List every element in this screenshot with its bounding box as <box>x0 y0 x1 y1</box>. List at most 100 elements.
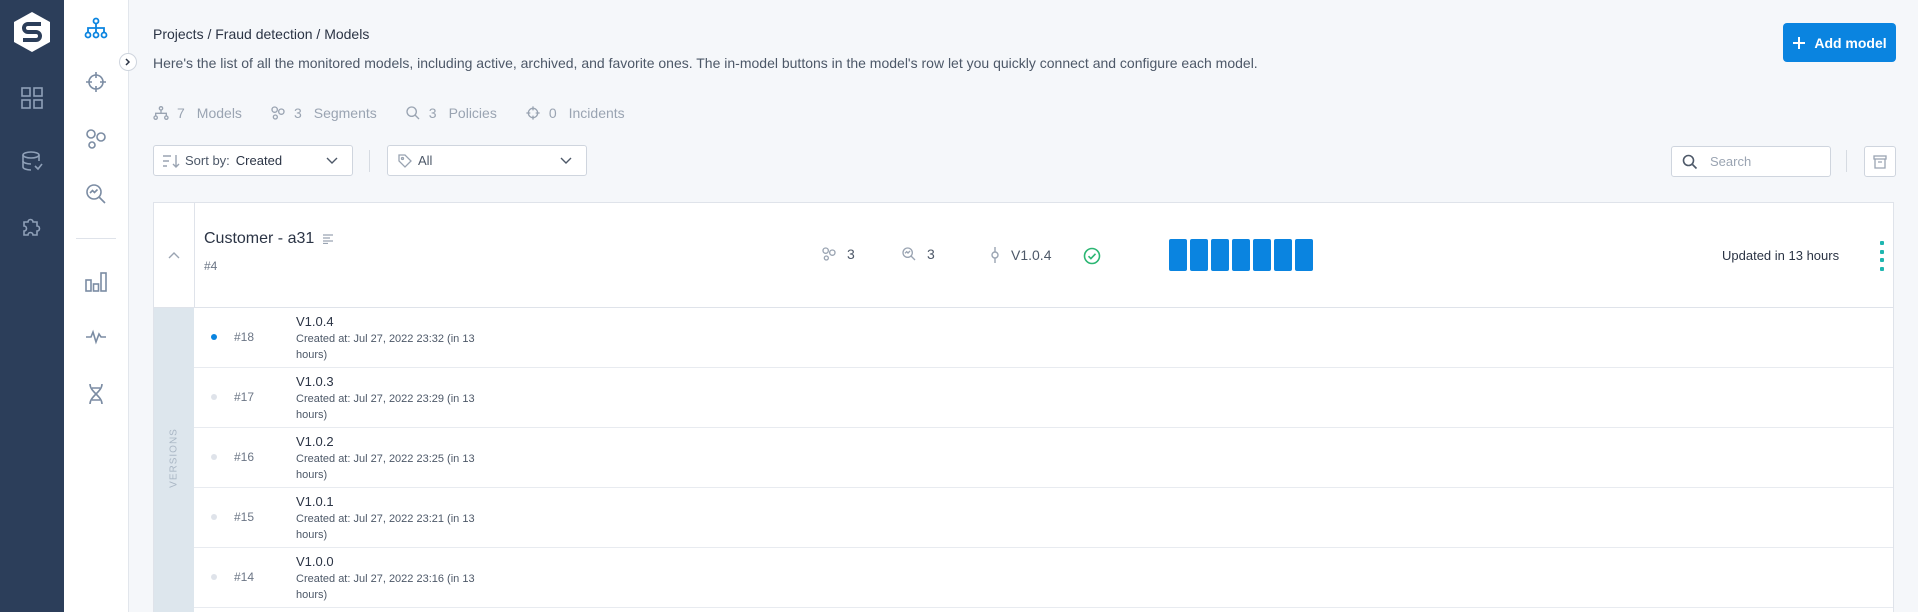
stat-segments-count: 3 <box>293 105 302 121</box>
add-model-button[interactable]: Add model <box>1783 23 1896 62</box>
app-rail <box>0 0 64 612</box>
integrations-puzzle-icon[interactable] <box>20 214 44 238</box>
version-status-dot <box>211 514 217 520</box>
version-row[interactable]: #15 V1.0.1 Created at: Jul 27, 2022 23:2… <box>194 488 1893 548</box>
version-status-dot <box>211 574 217 580</box>
models-hierarchy-icon[interactable] <box>84 16 108 40</box>
version-created: Created at: Jul 27, 2022 23:32 (in 13 ho… <box>296 333 475 361</box>
stat-models[interactable]: 7 Models <box>153 105 242 121</box>
version-created: Created at: Jul 27, 2022 23:25 (in 13 ho… <box>296 453 475 481</box>
app-logo[interactable] <box>12 10 52 54</box>
crosshair-icon[interactable] <box>84 70 108 94</box>
model-id: #4 <box>204 259 218 273</box>
sidebar-collapse-toggle[interactable] <box>119 53 137 71</box>
version-status-dot <box>211 454 217 460</box>
policies-icon <box>902 247 916 261</box>
policies-icon <box>406 106 420 120</box>
search-icon <box>1682 154 1698 169</box>
activity-bar[interactable] <box>1190 239 1208 271</box>
sort-prefix: Sort by: <box>185 153 230 168</box>
version-created: Created at: Jul 27, 2022 23:21 (in 13 ho… <box>296 513 475 541</box>
plus-icon <box>1793 36 1806 49</box>
version-name[interactable]: V1.0.2 <box>296 434 334 449</box>
secondary-sidebar <box>64 0 129 612</box>
stat-incidents-count: 0 <box>548 105 557 121</box>
version-row[interactable]: #16 V1.0.2 Created at: Jul 27, 2022 23:2… <box>194 428 1893 488</box>
dna-icon[interactable] <box>84 382 108 406</box>
model-status-ok-icon <box>1083 247 1101 270</box>
search-box[interactable] <box>1671 146 1831 177</box>
filter-value: All <box>418 153 433 168</box>
stat-incidents[interactable]: 0 Incidents <box>525 105 625 121</box>
sort-dropdown[interactable]: Sort by: Created <box>153 145 353 176</box>
description-lines-icon[interactable] <box>322 234 334 244</box>
model-policies-value: 3 <box>927 246 935 262</box>
version-created: Created at: Jul 27, 2022 23:29 (in 13 ho… <box>296 393 475 421</box>
stat-models-count: 7 <box>177 105 185 121</box>
stat-policies-count: 3 <box>428 105 437 121</box>
model-segments-value: 3 <box>847 246 855 262</box>
archive-icon <box>1873 154 1887 169</box>
stat-policies[interactable]: 3 Policies <box>405 105 497 121</box>
stat-policies-label: Policies <box>448 105 497 121</box>
version-row[interactable]: #14 V1.0.0 Created at: Jul 27, 2022 23:1… <box>194 548 1893 608</box>
version-name[interactable]: V1.0.3 <box>296 374 334 389</box>
archive-button[interactable] <box>1864 146 1896 177</box>
models-icon <box>153 106 169 120</box>
activity-bar[interactable] <box>1169 239 1187 271</box>
version-status-dot <box>211 394 217 400</box>
activity-bar[interactable] <box>1274 239 1292 271</box>
version-name[interactable]: V1.0.4 <box>296 314 334 329</box>
chevron-down-icon <box>326 157 338 164</box>
activity-bar[interactable] <box>1295 239 1313 271</box>
stat-segments[interactable]: 3 Segments <box>270 105 377 121</box>
model-row[interactable]: Customer - a31 #4 3 3 V1.0.4 Updated in … <box>153 202 1894 308</box>
version-id: #18 <box>234 330 255 344</box>
policies-search-icon[interactable] <box>84 182 108 206</box>
activity-bar[interactable] <box>1211 239 1229 271</box>
version-id: #14 <box>234 570 255 584</box>
database-icon[interactable] <box>20 150 44 174</box>
model-updated: Updated in 13 hours <box>1722 248 1840 263</box>
stat-models-label: Models <box>196 105 242 121</box>
version-row[interactable]: #17 V1.0.3 Created at: Jul 27, 2022 23:2… <box>194 368 1893 428</box>
version-status-dot <box>211 334 217 340</box>
model-policies-count[interactable]: 3 <box>901 246 935 262</box>
version-id: #17 <box>234 390 255 404</box>
model-name[interactable]: Customer - a31 <box>204 230 334 248</box>
page-description: Here's the list of all the monitored mod… <box>153 55 1258 71</box>
activity-bar[interactable] <box>1232 239 1250 271</box>
breadcrumb[interactable]: Projects / Fraud detection / Models <box>153 26 369 42</box>
version-name[interactable]: V1.0.0 <box>296 554 334 569</box>
model-activity-bars[interactable] <box>1169 239 1313 271</box>
sort-value: Created <box>235 153 283 168</box>
versions-panel: VERSIONS #18 V1.0.4 Created at: Jul 27, … <box>153 308 1894 612</box>
activity-bar[interactable] <box>1253 239 1271 271</box>
model-segments-count[interactable]: 3 <box>821 246 855 262</box>
model-version[interactable]: V1.0.4 <box>989 246 1051 264</box>
segments-icon[interactable] <box>84 127 108 151</box>
incidents-icon <box>526 106 540 120</box>
sidebar-divider <box>76 238 116 239</box>
tag-filter-dropdown[interactable]: All <box>387 145 587 176</box>
version-id: #15 <box>234 510 255 524</box>
model-version-value: V1.0.4 <box>1011 247 1052 263</box>
bar-chart-icon[interactable] <box>84 270 108 294</box>
toolbar-divider-right <box>1846 150 1847 172</box>
summary-stats: 7 Models 3 Segments 3 Policies 0 Inciden… <box>153 105 625 121</box>
activity-pulse-icon[interactable] <box>84 325 108 349</box>
stat-segments-label: Segments <box>313 105 377 121</box>
version-id: #16 <box>234 450 255 464</box>
version-commit-icon <box>991 247 999 263</box>
version-name[interactable]: V1.0.1 <box>296 494 334 509</box>
version-row[interactable]: #18 V1.0.4 Created at: Jul 27, 2022 23:3… <box>194 308 1893 368</box>
search-input[interactable] <box>1708 153 1822 170</box>
version-created: Created at: Jul 27, 2022 23:16 (in 13 ho… <box>296 573 475 601</box>
model-more-menu[interactable] <box>1880 241 1884 271</box>
dashboard-grid-icon[interactable] <box>20 86 44 110</box>
model-name-text: Customer - a31 <box>204 230 315 247</box>
tag-icon <box>398 153 412 168</box>
versions-label: VERSIONS <box>168 428 180 488</box>
stat-incidents-label: Incidents <box>568 105 625 121</box>
model-expand-toggle[interactable] <box>154 203 195 307</box>
